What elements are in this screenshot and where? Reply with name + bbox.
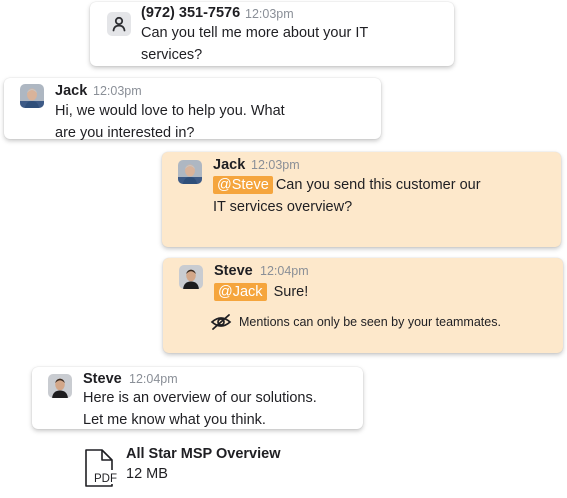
message-timestamp: 12:03pm	[251, 158, 300, 172]
message-timestamp: 12:03pm	[93, 84, 142, 98]
message-bubble-jack[interactable]: Jack 12:03pm Hi, we would love to help y…	[4, 78, 381, 141]
message-timestamp: 12:03pm	[245, 7, 294, 21]
message-line: @Steve Can you send this customer our	[213, 174, 543, 196]
file-name[interactable]: All Star MSP Overview	[126, 446, 280, 462]
message-line: Hi, we would love to help you. What	[55, 103, 285, 119]
message-bubble-steve[interactable]: Steve 12:04pm Here is an overview of our…	[32, 367, 363, 429]
eye-slash-icon	[210, 313, 232, 331]
message-text: @Steve Can you send this customer our IT …	[213, 174, 543, 218]
contact-person-icon	[107, 12, 131, 36]
message-text: @Jack Sure!	[214, 281, 544, 303]
message-bubble-customer[interactable]: (972) 351-7576 12:03pm Can you tell me m…	[90, 2, 454, 66]
jack-avatar	[178, 160, 202, 184]
message-line: Here is an overview of our solutions.	[83, 390, 317, 406]
message-text: Here is an overview of our solutions. Le…	[83, 387, 358, 431]
sender-name: (972) 351-7576	[141, 5, 241, 21]
steve-avatar	[179, 265, 203, 289]
jack-avatar	[20, 84, 44, 108]
internal-message-steve[interactable]: Steve 12:04pm @Jack Sure! Mentions can o…	[163, 258, 563, 353]
message-line-text: Sure!	[273, 284, 309, 300]
message-line: Can you tell me more about your IT	[141, 25, 369, 41]
mention-tag[interactable]: @Jack	[214, 283, 267, 301]
sender-name: Jack	[213, 157, 246, 173]
file-size: 12 MB	[126, 466, 168, 482]
message-timestamp: 12:04pm	[129, 372, 178, 386]
message-line-text: Can you send this customer our	[275, 177, 481, 193]
message-timestamp: 12:04pm	[260, 264, 309, 278]
message-line: are you interested in?	[55, 125, 195, 141]
file-attachment[interactable]: PDF All Star MSP Overview 12 MB	[80, 442, 300, 492]
message-line: @Jack Sure!	[214, 281, 544, 303]
internal-message-jack[interactable]: Jack 12:03pm @Steve Can you send this cus…	[162, 152, 561, 247]
pdf-file-icon: PDF	[82, 448, 118, 488]
mention-tag[interactable]: @Steve	[213, 176, 273, 194]
svg-text:PDF: PDF	[94, 473, 117, 485]
mentions-privacy-note: Mentions can only be seen by your teamma…	[239, 315, 501, 329]
sender-name: Steve	[214, 263, 253, 279]
message-line: services?	[141, 47, 203, 63]
message-text: Hi, we would love to help you. What are …	[55, 100, 365, 144]
steve-avatar	[48, 374, 72, 398]
message-text: Can you tell me more about your IT servi…	[141, 22, 441, 66]
message-line: Let me know what you think.	[83, 412, 266, 428]
conversation-thread: (972) 351-7576 12:03pm Can you tell me m…	[0, 0, 567, 498]
message-line: IT services overview?	[213, 199, 353, 215]
sender-name: Steve	[83, 371, 122, 387]
sender-name: Jack	[55, 83, 88, 99]
